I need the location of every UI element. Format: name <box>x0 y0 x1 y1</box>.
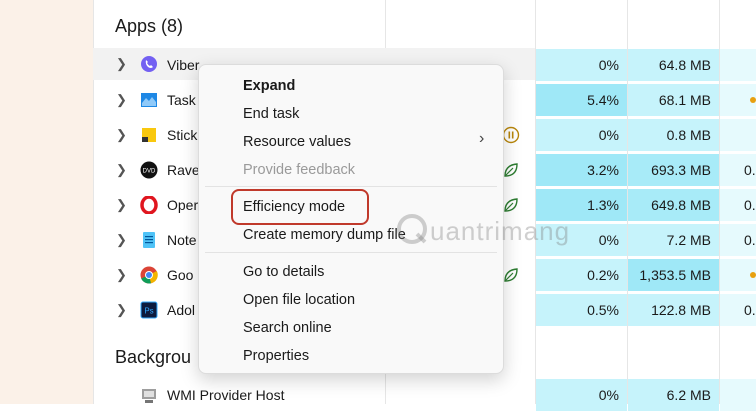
row-name-sticky: Stick <box>167 127 198 143</box>
expand-chevron-icon[interactable]: ❯ <box>116 119 127 151</box>
notepad-icon <box>143 232 155 248</box>
menu-item-expand[interactable]: Expand <box>243 76 295 96</box>
memory-cell: 649.8 MB <box>628 189 719 221</box>
menu-item-open-file-location[interactable]: Open file location <box>243 290 355 310</box>
wmi-provider-icon <box>142 389 156 403</box>
menu-separator <box>205 186 497 187</box>
row-name-adobe: Adol <box>167 302 196 318</box>
efficiency-mode-highlight-box <box>231 189 369 225</box>
menu-item-end-task[interactable]: End task <box>243 104 299 124</box>
cpu-cell: 5.4% <box>536 84 627 116</box>
memory-cell: 7.2 MB <box>628 224 719 256</box>
row-name-opera: Oper <box>167 197 199 213</box>
efficiency-leaf-icon <box>504 268 518 282</box>
task-manager-icon <box>141 93 157 107</box>
menu-item-properties[interactable]: Properties <box>243 346 309 366</box>
memory-cell: 6.2 MB <box>628 379 719 411</box>
memory-cell: 64.8 MB <box>628 49 719 81</box>
svg-text:DVD: DVD <box>143 169 156 175</box>
extra-cell: 0. <box>720 154 756 186</box>
row-name-chrome: Goo <box>167 267 194 283</box>
extra-cell <box>720 379 756 411</box>
rave-icon: DVD <box>140 161 158 179</box>
expand-chevron-icon[interactable]: ❯ <box>116 189 127 221</box>
row-name-rave: Rave <box>167 162 200 178</box>
watermark: uantrimang <box>430 216 571 246</box>
memory-cell: 1,353.5 MB <box>628 259 719 291</box>
efficiency-leaf-icon <box>504 198 518 212</box>
photoshop-icon: Ps <box>140 301 158 319</box>
memory-cell: 122.8 MB <box>628 294 719 326</box>
menu-item-search-online[interactable]: Search online <box>243 318 332 338</box>
cpu-cell: 0.5% <box>536 294 627 326</box>
chrome-icon <box>140 266 158 284</box>
extra-cell: 0. <box>720 294 756 326</box>
viber-icon <box>141 56 157 72</box>
efficiency-leaf-icon <box>504 163 518 177</box>
memory-cell: 68.1 MB <box>628 84 719 116</box>
pause-status-icon <box>502 126 520 144</box>
row-name-wmi-provider-host: WMI Provider Host <box>167 387 285 403</box>
menu-item-resource-values[interactable]: Resource values <box>243 132 351 152</box>
cpu-cell: 0% <box>536 119 627 151</box>
status-dot-icon <box>750 97 756 103</box>
extra-cell <box>720 49 756 81</box>
row-name-task: Task <box>167 92 196 108</box>
cpu-cell: 3.2% <box>536 154 627 186</box>
cpu-cell: 0% <box>536 379 627 411</box>
cpu-cell: 0% <box>536 49 627 81</box>
expand-chevron-icon[interactable]: ❯ <box>116 48 127 80</box>
watermark-logo-icon <box>397 214 427 244</box>
submenu-chevron-icon: › <box>479 130 485 147</box>
row-name-viber: Viber <box>167 57 200 73</box>
background-section-title: Backgrou <box>115 347 192 367</box>
cpu-cell: 0.2% <box>536 259 627 291</box>
memory-cell: 693.3 MB <box>628 154 719 186</box>
expand-chevron-icon[interactable]: ❯ <box>116 84 127 116</box>
memory-cell: 0.8 MB <box>628 119 719 151</box>
extra-cell: 0. <box>720 224 756 256</box>
menu-item-create-memory-dump-file[interactable]: Create memory dump file <box>243 225 406 245</box>
svg-text:Ps: Ps <box>144 307 153 316</box>
menu-item-provide-feedback: Provide feedback <box>243 162 356 178</box>
expand-chevron-icon[interactable]: ❯ <box>116 294 127 326</box>
expand-chevron-icon[interactable]: ❯ <box>116 224 127 256</box>
extra-cell <box>720 119 756 151</box>
status-dot-icon <box>750 272 756 278</box>
opera-icon <box>140 196 158 214</box>
expand-chevron-icon[interactable]: ❯ <box>116 154 127 186</box>
sticky-notes-icon <box>142 128 156 142</box>
extra-cell: 0. <box>720 189 756 221</box>
row-name-notepad: Note <box>167 232 197 248</box>
expand-chevron-icon[interactable]: ❯ <box>116 259 127 291</box>
left-pane <box>0 0 93 404</box>
menu-separator <box>205 252 497 253</box>
menu-item-go-to-details[interactable]: Go to details <box>243 262 324 282</box>
apps-section-title: Apps (8) <box>115 16 184 36</box>
